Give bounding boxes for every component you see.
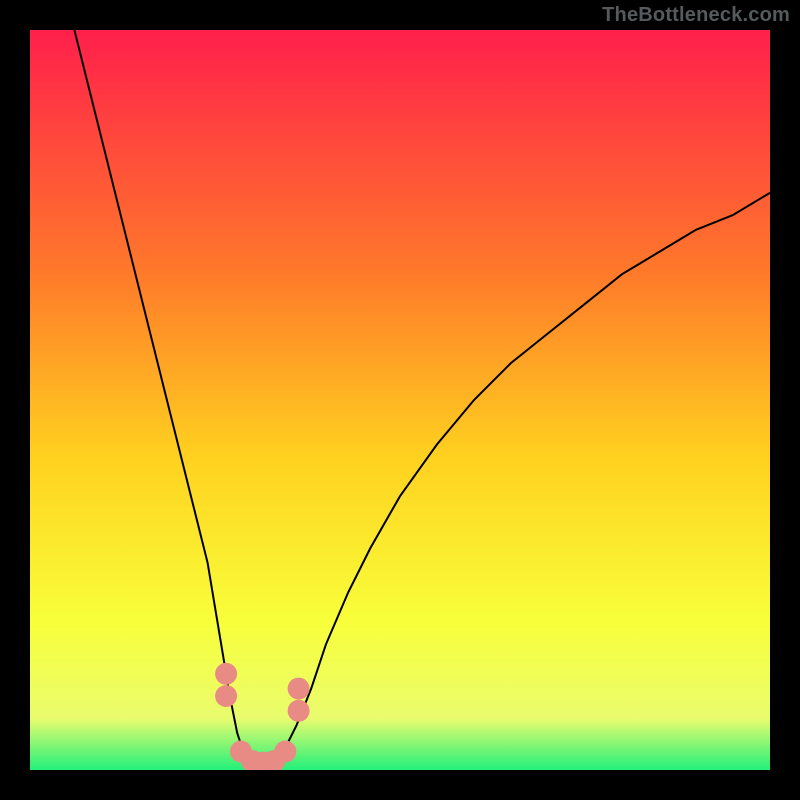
- chart-frame: TheBottleneck.com: [0, 0, 800, 800]
- marker-right-cluster-bottom: [288, 700, 310, 722]
- marker-left-cluster-bottom: [215, 685, 237, 707]
- marker-right-cluster-top: [288, 678, 310, 700]
- plot-area: [30, 30, 770, 770]
- bottleneck-chart: [30, 30, 770, 770]
- gradient-background: [30, 30, 770, 770]
- marker-trough-5: [274, 741, 296, 763]
- watermark-text: TheBottleneck.com: [602, 4, 790, 27]
- marker-left-cluster-top: [215, 663, 237, 685]
